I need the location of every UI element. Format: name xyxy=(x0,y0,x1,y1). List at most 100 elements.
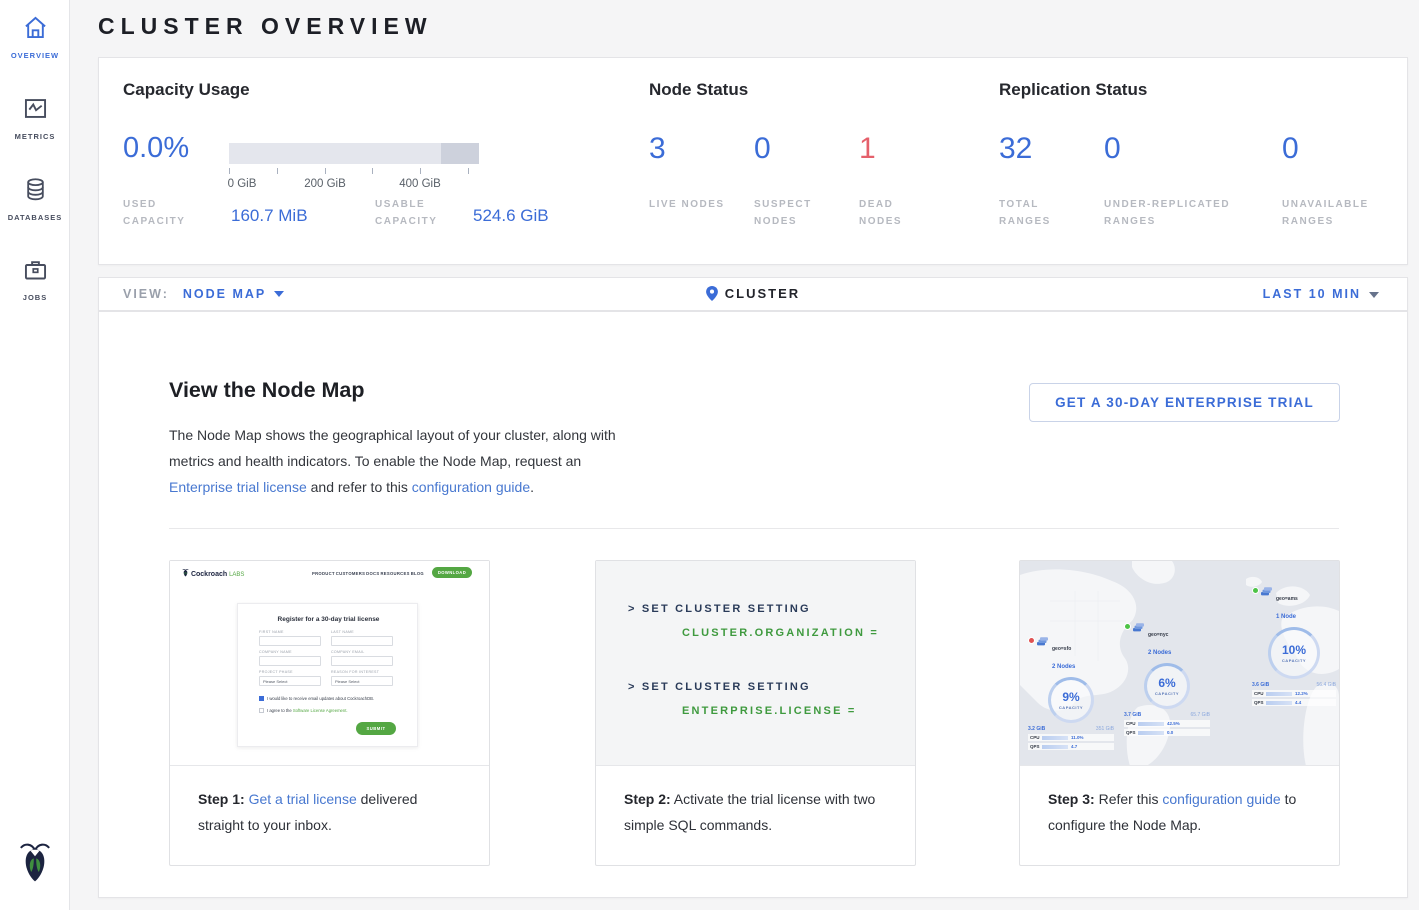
mini-nav-item: PRODUCT xyxy=(312,571,335,576)
capacity-gauge: 6% CAPACITY xyxy=(1144,663,1190,709)
cpu-label: CPU xyxy=(1254,691,1266,696)
under-replicated-label: UNDER-REPLICATED RANGES xyxy=(1104,196,1259,230)
mini-select: Please Select xyxy=(259,676,321,686)
mini-field-label: REASON FOR INTEREST xyxy=(331,670,393,674)
capacity-total: 351 GiB xyxy=(1096,726,1114,732)
node-map-preview: geo=sfo2 Nodes 9% CAPACITY 3.2 GiB351 Gi… xyxy=(1020,561,1339,766)
gauge-percent: 10% xyxy=(1282,643,1306,657)
axis-tick-label: 400 GiB xyxy=(388,178,452,190)
gauge-label: CAPACITY xyxy=(1059,705,1083,710)
step-label: Step 1: xyxy=(198,791,245,807)
sidebar-item-overview[interactable]: OVERVIEW xyxy=(0,14,70,60)
live-nodes-label: LIVE NODES xyxy=(649,196,729,213)
sidebar-item-label: JOBS xyxy=(0,293,70,302)
step-label: Step 3: xyxy=(1048,791,1095,807)
capacity-gauge: 9% CAPACITY xyxy=(1048,677,1094,723)
enterprise-trial-license-link[interactable]: Enterprise trial license xyxy=(169,479,307,495)
qps-sparkline xyxy=(1266,701,1292,705)
mini-nav: PRODUCT CUSTOMERS DOCS RESOURCES BLOG xyxy=(312,571,424,576)
cluster-breadcrumb[interactable]: CLUSTER xyxy=(99,278,1407,310)
mini-submit-button: SUBMIT xyxy=(356,722,396,735)
step-3-caption: Step 3: Refer this configuration guide t… xyxy=(1020,766,1339,838)
mini-field-label: FIRST NAME xyxy=(259,630,321,634)
chevron-down-icon xyxy=(1369,292,1379,298)
description-text: . xyxy=(530,479,534,495)
app-root: OVERVIEW METRICS DATABASES JO xyxy=(0,0,1419,910)
locality-node-count: 2 Nodes xyxy=(1052,664,1075,670)
capacity-total: 65.7 GiB xyxy=(1191,712,1210,718)
axis-tick-label: 0 GiB xyxy=(210,178,274,190)
configuration-guide-link[interactable]: configuration guide xyxy=(412,479,530,495)
sql-line: > SET CLUSTER SETTING xyxy=(628,681,811,693)
step-2-card: > SET CLUSTER SETTING CLUSTER.ORGANIZATI… xyxy=(595,560,916,866)
step-1-card: Cockroach LABS PRODUCT CUSTOMERS DOCS RE… xyxy=(169,560,490,866)
mini-field-input xyxy=(259,636,321,646)
used-capacity-value: 160.7 MiB xyxy=(231,206,308,226)
node-stack-icon xyxy=(1037,637,1048,647)
configuration-guide-link[interactable]: configuration guide xyxy=(1162,791,1280,807)
locality-badge-sfo: geo=sfo2 Nodes 9% CAPACITY 3.2 GiB351 Gi… xyxy=(1028,637,1114,750)
sidebar: OVERVIEW METRICS DATABASES JO xyxy=(0,0,70,910)
live-nodes-value: 3 xyxy=(649,132,666,166)
mini-checkbox-license: I agree to the Software License Agreemen… xyxy=(259,708,348,713)
sidebar-item-label: OVERVIEW xyxy=(0,51,70,60)
gauge-percent: 6% xyxy=(1158,676,1175,690)
sidebar-item-jobs[interactable]: JOBS xyxy=(0,256,70,302)
summary-card: Capacity Usage 0.0% 0 GiB 200 GiB 400 Gi… xyxy=(98,57,1408,265)
trial-form-screenshot: Cockroach LABS PRODUCT CUSTOMERS DOCS RE… xyxy=(170,561,489,766)
used-capacity-label: USED CAPACITY xyxy=(123,196,203,230)
mini-field-label: LAST NAME xyxy=(331,630,393,634)
database-icon xyxy=(22,176,49,203)
description-text: The Node Map shows the geographical layo… xyxy=(169,427,616,469)
sidebar-item-databases[interactable]: DATABASES xyxy=(0,176,70,222)
mini-field-label: PROJECT PHASE xyxy=(259,670,321,674)
usable-capacity-value: 524.6 GiB xyxy=(473,206,549,226)
node-stack-icon xyxy=(1261,587,1272,597)
cluster-scope-label: CLUSTER xyxy=(725,286,800,301)
under-replicated-value: 0 xyxy=(1104,132,1121,166)
step-3-card: geo=sfo2 Nodes 9% CAPACITY 3.2 GiB351 Gi… xyxy=(1019,560,1340,866)
status-dot-red xyxy=(1028,637,1035,644)
locality-name: geo=sfo xyxy=(1052,646,1071,652)
node-map-section: View the Node Map The Node Map shows the… xyxy=(98,311,1408,898)
capacity-gauge: 10% CAPACITY xyxy=(1268,627,1320,679)
home-icon xyxy=(22,14,49,41)
sidebar-item-metrics[interactable]: METRICS xyxy=(0,95,70,141)
step-1-caption: Step 1: Get a trial license delivered st… xyxy=(170,766,489,838)
time-range-selector[interactable]: LAST 10 MIN xyxy=(1263,278,1379,310)
mini-field-input xyxy=(331,656,393,666)
qps-value: 0.0 xyxy=(1167,730,1173,735)
get-trial-license-link[interactable]: Get a trial license xyxy=(249,791,357,807)
capacity-percent: 0.0% xyxy=(123,132,189,165)
gauge-percent: 9% xyxy=(1062,690,1079,704)
cpu-value: 12.2% xyxy=(1295,691,1308,696)
description-text: and refer to this xyxy=(307,479,412,495)
mini-brand-suffix: LABS xyxy=(229,572,244,578)
cpu-label: CPU xyxy=(1126,721,1138,726)
page-title: CLUSTER OVERVIEW xyxy=(98,13,433,40)
capacity-usage-title: Capacity Usage xyxy=(123,80,250,100)
mini-field-input xyxy=(259,656,321,666)
mini-form-title: Register for a 30-day trial license xyxy=(238,616,419,623)
qps-label: QPS xyxy=(1030,744,1042,749)
mini-select: Please Select xyxy=(331,676,393,686)
gauge-label: CAPACITY xyxy=(1155,691,1179,696)
sql-commands-illustration: > SET CLUSTER SETTING CLUSTER.ORGANIZATI… xyxy=(596,561,915,766)
sidebar-item-label: DATABASES xyxy=(0,213,70,222)
node-stack-icon xyxy=(1133,623,1144,633)
time-range-value: LAST 10 MIN xyxy=(1263,287,1361,301)
cpu-value: 11.0% xyxy=(1071,735,1084,740)
map-pin-icon xyxy=(706,286,718,301)
view-bar: VIEW:NODE MAP CLUSTER LAST 10 MIN xyxy=(98,277,1408,311)
sql-line: > SET CLUSTER SETTING xyxy=(628,603,811,615)
capacity-bar-usable-segment xyxy=(229,143,441,164)
sql-line: CLUSTER.ORGANIZATION = xyxy=(682,627,879,639)
qps-value: 4.4 xyxy=(1295,700,1301,705)
mini-brand-text: Cockroach xyxy=(191,571,227,578)
axis-tick-label: 200 GiB xyxy=(293,178,357,190)
qps-value: 4.7 xyxy=(1071,744,1077,749)
mini-checkbox-updates: I would like to receive email updates ab… xyxy=(259,696,374,701)
node-status-title: Node Status xyxy=(649,80,748,100)
enterprise-trial-button[interactable]: GET A 30-DAY ENTERPRISE TRIAL xyxy=(1029,383,1340,422)
capacity-bar-reserved-segment xyxy=(441,143,479,164)
